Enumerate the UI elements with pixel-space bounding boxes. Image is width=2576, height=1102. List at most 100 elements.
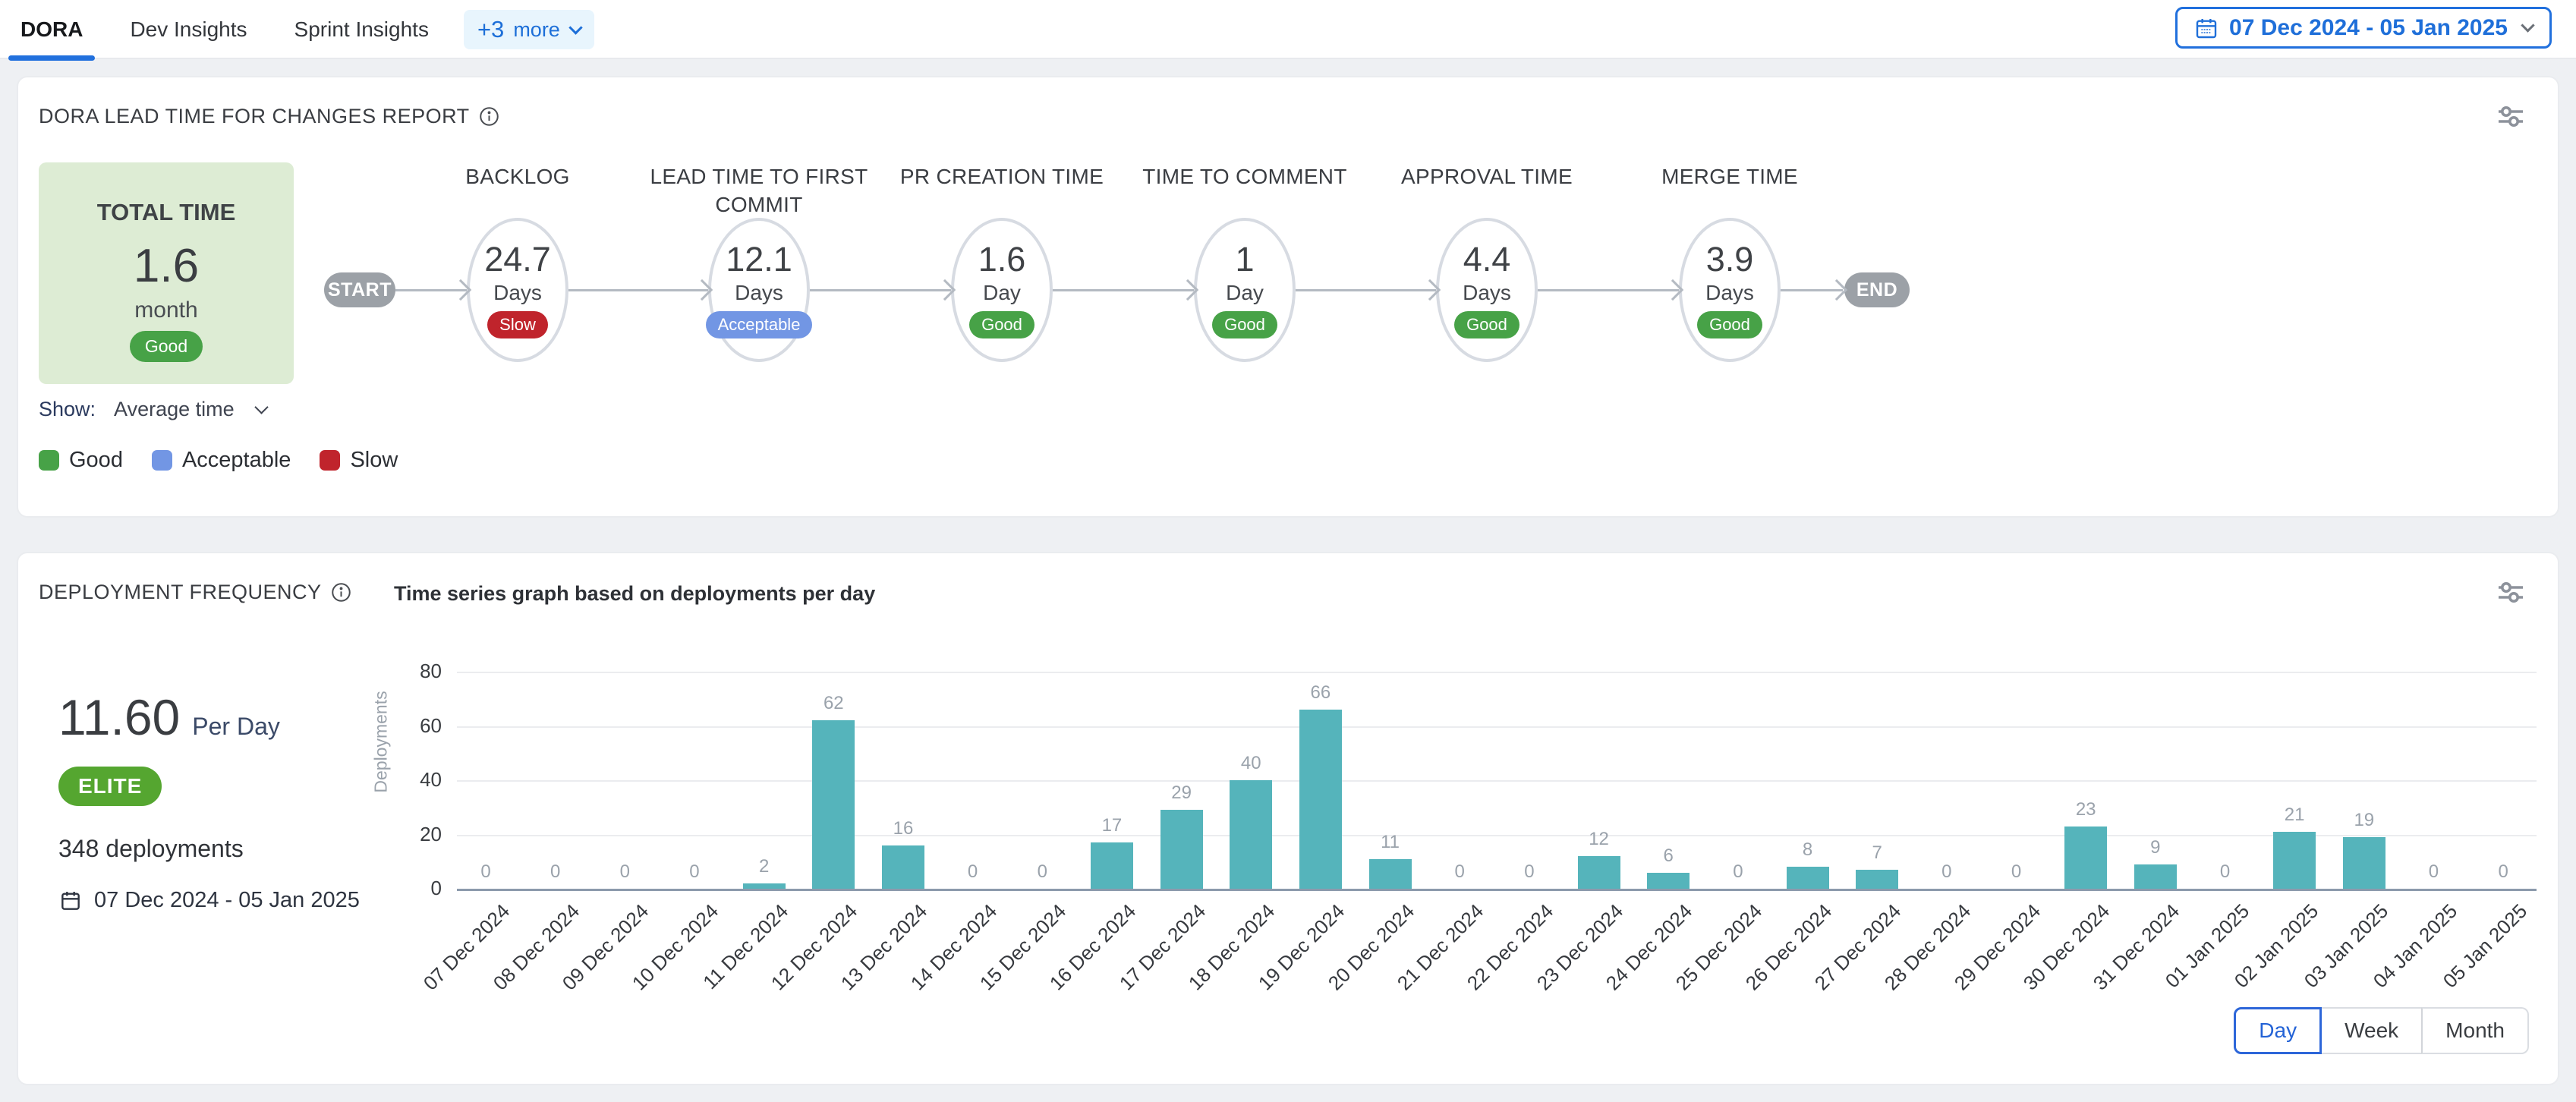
stage-name: TIME TO COMMENT: [1131, 162, 1359, 190]
bar-value-label: 0: [2191, 861, 2260, 883]
bar-value-label: 0: [1425, 861, 1494, 883]
legend-item-acceptable: Acceptable: [152, 448, 291, 473]
gridline: [457, 726, 2537, 728]
more-tabs-button[interactable]: +3 more: [464, 10, 594, 49]
chart-settings-icon[interactable]: [2494, 102, 2527, 131]
chevron-down-icon: [254, 400, 268, 414]
x-axis-label: 22 Dec 2024: [1412, 899, 1558, 1045]
x-axis-label: 08 Dec 2024: [439, 899, 584, 1045]
x-axis-label: 18 Dec 2024: [1135, 899, 1280, 1045]
lead-time-panel: DORA LEAD TIME FOR CHANGES REPORT TOTAL …: [17, 76, 2559, 518]
x-axis-label: 20 Dec 2024: [1274, 899, 1419, 1045]
stage-unit: Day: [983, 281, 1021, 305]
flow-arrow: [810, 289, 951, 291]
deployment-bar: [1299, 710, 1342, 889]
stage-unit: Days: [1463, 281, 1511, 305]
y-tick-label: 0: [358, 877, 442, 900]
status-legend: GoodAcceptableSlow: [39, 448, 398, 473]
more-tabs-label: more: [513, 18, 560, 42]
flow-end-node: END: [1844, 272, 1910, 307]
deployment-bar: [2273, 832, 2316, 889]
bar-value-label: 23: [2052, 799, 2120, 820]
stage-status-badge: Slow: [487, 311, 548, 338]
stage-value: 4.4: [1463, 242, 1511, 276]
tab-dev-insights[interactable]: Dev Insights: [118, 0, 259, 59]
deployment-rate-unit: Per Day: [192, 713, 280, 741]
x-axis-label: 16 Dec 2024: [995, 899, 1141, 1045]
deployment-bar: [743, 883, 786, 889]
deployment-bar: [1856, 870, 1898, 889]
total-time-unit: month: [134, 298, 197, 323]
stage-unit: Days: [1705, 281, 1754, 305]
stage-unit: Days: [493, 281, 542, 305]
x-axis-label: 01 Jan 2025: [2108, 899, 2254, 1045]
bar-value-label: 0: [1704, 861, 1772, 883]
info-icon[interactable]: [479, 106, 499, 127]
elite-tier-badge: ELITE: [58, 767, 162, 806]
bar-value-label: 0: [2399, 861, 2467, 883]
stage-name: APPROVAL TIME: [1373, 162, 1601, 190]
bar-value-label: 0: [452, 861, 520, 883]
show-metric-dropdown[interactable]: Show: Average time: [39, 398, 266, 421]
stage-name: LEAD TIME TO FIRST COMMIT: [645, 162, 873, 219]
stage-unit: Days: [735, 281, 783, 305]
bar-value-label: 0: [660, 861, 729, 883]
more-tabs-count: +3: [477, 16, 504, 43]
bar-value-label: 0: [590, 861, 659, 883]
bar-value-label: 11: [1356, 832, 1425, 853]
stage-name: PR CREATION TIME: [888, 162, 1116, 190]
stage-node: 3.9DaysGood: [1679, 218, 1781, 362]
deployment-panel-title: DEPLOYMENT FREQUENCY: [39, 581, 351, 604]
bar-value-label: 0: [1982, 861, 2051, 883]
bar-value-label: 17: [1078, 815, 1146, 836]
x-axis-label: 30 Dec 2024: [1969, 899, 2115, 1045]
y-tick-label: 80: [358, 660, 442, 683]
x-axis-label: 31 Dec 2024: [2039, 899, 2184, 1045]
bar-value-label: 66: [1286, 682, 1355, 704]
bar-value-label: 2: [730, 856, 798, 877]
stage-value: 24.7: [484, 242, 551, 276]
tab-bar: DORA Dev Insights Sprint Insights +3 more: [8, 0, 594, 59]
stage-node: 1DayGood: [1194, 218, 1296, 362]
total-time-value: 1.6: [134, 243, 199, 290]
total-time-status-badge: Good: [130, 331, 203, 362]
legend-swatch: [152, 450, 172, 471]
stage-status-badge: Acceptable: [706, 311, 813, 338]
x-axis-label: 13 Dec 2024: [786, 899, 932, 1045]
info-icon[interactable]: [331, 582, 351, 603]
show-label: Show:: [39, 398, 96, 421]
flow-arrow: [1538, 289, 1679, 291]
stat-date-range-label: 07 Dec 2024 - 05 Jan 2025: [94, 888, 360, 913]
gridline: [457, 835, 2537, 836]
gridline: [457, 780, 2537, 782]
deployment-bar: [1160, 810, 1203, 889]
granularity-month-button[interactable]: Month: [2421, 1007, 2529, 1054]
x-axis-label: 10 Dec 2024: [578, 899, 723, 1045]
deployment-rate-value: 11.60: [58, 688, 180, 746]
date-range-picker[interactable]: 07 Dec 2024 - 05 Jan 2025: [2175, 7, 2552, 49]
chevron-down-icon: [568, 20, 582, 34]
chart-heading: Time series graph based on deployments p…: [394, 582, 875, 606]
bar-value-label: 0: [1008, 861, 1076, 883]
calendar-icon: [2194, 16, 2219, 40]
stage-unit: Day: [1226, 281, 1264, 305]
y-tick-label: 60: [358, 714, 442, 738]
bar-value-label: 0: [521, 861, 590, 883]
bar-value-label: 9: [2121, 837, 2190, 858]
legend-label: Slow: [350, 448, 398, 473]
stage-status-badge: Good: [1454, 311, 1519, 338]
y-axis-title: Deployments: [371, 666, 392, 818]
deployment-bar: [1578, 856, 1620, 889]
chart-settings-icon[interactable]: [2494, 578, 2527, 606]
x-axis-label: 27 Dec 2024: [1760, 899, 1906, 1045]
deployment-bar: [1647, 873, 1690, 889]
date-range-label: 07 Dec 2024 - 05 Jan 2025: [2229, 15, 2508, 41]
deployment-bar: [2343, 837, 2385, 889]
x-axis-label: 11 Dec 2024: [647, 899, 793, 1045]
flow-arrow: [395, 289, 467, 291]
bar-value-label: 8: [1774, 839, 1842, 861]
tab-sprint-insights[interactable]: Sprint Insights: [282, 0, 441, 59]
tab-dora[interactable]: DORA: [8, 0, 95, 59]
bar-value-label: 40: [1217, 753, 1285, 774]
flow-arrow: [568, 289, 708, 291]
